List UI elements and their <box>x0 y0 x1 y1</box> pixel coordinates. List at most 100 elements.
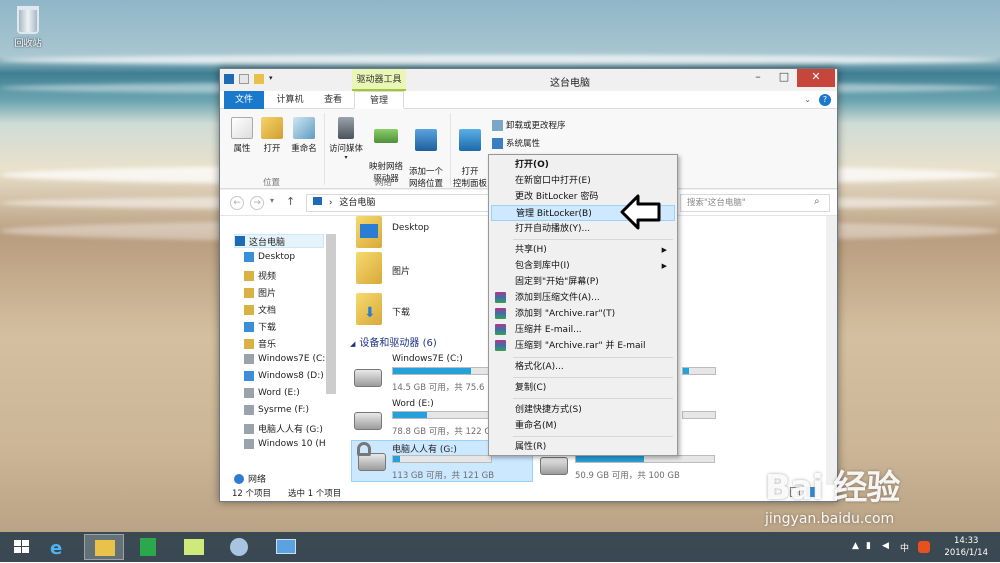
pictures-folder-icon[interactable] <box>356 252 382 284</box>
breadcrumb-this-pc[interactable]: 这台电脑 <box>339 198 375 208</box>
menu-rename[interactable]: 重命名(M) <box>491 418 675 434</box>
folder-label-downloads[interactable]: 下载 <box>392 305 410 318</box>
up-arrow-icon[interactable]: ↑ <box>286 195 295 208</box>
close-button[interactable]: ✕ <box>797 69 835 87</box>
remote-desktop-taskbar[interactable] <box>266 534 306 560</box>
sticky-notes-taskbar[interactable] <box>174 534 214 560</box>
properties-icon[interactable] <box>239 74 249 84</box>
menu-add-archive[interactable]: 添加到压缩文件(A)... <box>491 290 675 306</box>
tab-file[interactable]: 文件 <box>224 91 264 109</box>
title-bar: ▾ 驱动器工具 这台电脑 – □ ✕ <box>220 69 837 91</box>
ime-indicator[interactable]: 中 <box>900 541 909 554</box>
nav-label: Word (E:) <box>258 388 300 398</box>
clock[interactable]: 14:33 2016/1/14 <box>944 535 988 559</box>
menu-open[interactable]: 打开(O) <box>491 157 675 173</box>
internet-explorer-taskbar[interactable]: e <box>40 534 80 560</box>
nav-drive-c[interactable]: Windows7E (C:) <box>244 354 329 364</box>
search-input[interactable]: 搜索"这台电脑" <box>680 194 830 212</box>
nav-downloads[interactable]: 下载 <box>244 320 276 333</box>
uninstall-programs-button[interactable]: 卸载或更改程序 <box>492 119 566 131</box>
nav-network[interactable]: 网络 <box>234 472 266 485</box>
nav-drive-e[interactable]: Word (E:) <box>244 388 300 398</box>
nav-drive-h[interactable]: Windows 10 (H <box>244 439 326 449</box>
paint-taskbar[interactable] <box>218 534 258 560</box>
back-button[interactable]: ← <box>230 196 244 210</box>
menu-add-archive-rar[interactable]: 添加到 "Archive.rar"(T) <box>491 306 675 322</box>
computer-icon[interactable] <box>224 74 234 84</box>
minimize-button[interactable]: – <box>745 69 771 87</box>
drive-icon[interactable] <box>354 369 382 387</box>
properties-button[interactable]: 属性 <box>228 117 256 154</box>
search-icon[interactable]: ⌕ <box>814 196 820 207</box>
system-properties-button[interactable]: 系统属性 <box>492 137 540 149</box>
chevron-down-icon[interactable]: ▾ <box>270 196 274 205</box>
sogou-ime-icon[interactable] <box>918 541 930 553</box>
folder-label-pictures[interactable]: 图片 <box>392 264 410 277</box>
volume-icon[interactable]: ◀ <box>882 541 889 551</box>
open-button[interactable]: 打开 <box>258 117 286 154</box>
desktop-folder-icon[interactable] <box>356 216 382 248</box>
tab-computer[interactable]: 计算机 <box>268 91 312 109</box>
menu-format[interactable]: 格式化(A)... <box>491 359 675 375</box>
file-explorer-taskbar[interactable] <box>84 534 124 560</box>
menu-label: 压缩并 E-mail... <box>515 325 582 335</box>
drive-name-g[interactable]: 电脑人人有 (G:) <box>392 442 457 455</box>
menu-divider <box>513 398 673 399</box>
tab-view[interactable]: 查看 <box>316 91 350 109</box>
menu-label: 压缩到 "Archive.rar" 并 E-mail <box>515 341 646 351</box>
quick-access-toolbar: ▾ <box>224 74 279 84</box>
nav-pictures[interactable]: 图片 <box>244 286 276 299</box>
menu-share[interactable]: 共享(H) ▶ <box>491 242 675 258</box>
nav-this-pc[interactable]: 这台电脑 <box>234 234 324 248</box>
nav-label: 视频 <box>258 272 277 282</box>
drive-name-c[interactable]: Windows7E (C:) <box>392 354 463 364</box>
locked-drive-icon[interactable] <box>357 442 386 471</box>
nav-drive-d[interactable]: Windows8 (D:) <box>244 371 324 381</box>
drive-icon <box>244 405 254 415</box>
drive-icon[interactable] <box>540 457 568 475</box>
recycle-bin[interactable]: 回收站 <box>8 6 48 49</box>
forward-button[interactable]: → <box>250 196 264 210</box>
section-devices-drives[interactable]: ◢ 设备和驱动器 (6) <box>350 334 437 349</box>
nav-drive-f[interactable]: Sysrme (F:) <box>244 405 309 415</box>
chevron-down-icon[interactable]: ▾ <box>269 74 279 84</box>
menu-copy[interactable]: 复制(C) <box>491 380 675 396</box>
usage-fill <box>393 412 428 418</box>
menu-compress-rar-email[interactable]: 压缩到 "Archive.rar" 并 E-mail <box>491 338 675 354</box>
folder-label-desktop[interactable]: Desktop <box>392 223 429 233</box>
menu-open-new-window[interactable]: 在新窗口中打开(E) <box>491 173 675 189</box>
windows-drive-icon <box>244 371 254 381</box>
nav-documents[interactable]: 文档 <box>244 303 276 316</box>
maximize-button[interactable]: □ <box>771 69 797 87</box>
tab-manage[interactable]: 管理 <box>354 91 404 109</box>
menu-properties[interactable]: 属性(R) <box>491 439 675 455</box>
nav-desktop[interactable]: Desktop <box>244 252 295 262</box>
nav-videos[interactable]: 视频 <box>244 269 276 282</box>
menu-create-shortcut[interactable]: 创建快捷方式(S) <box>491 402 675 418</box>
show-hidden-icons-icon[interactable]: ▲ <box>852 541 859 551</box>
folder-icon[interactable] <box>254 74 264 84</box>
access-media-label: 访问媒体 <box>328 144 363 154</box>
recycle-bin-label: 回收站 <box>14 39 42 49</box>
content-scrollbar[interactable] <box>826 216 837 486</box>
drive-icon[interactable] <box>354 412 382 430</box>
menu-compress-email[interactable]: 压缩并 E-mail... <box>491 322 675 338</box>
store-taskbar[interactable] <box>128 534 168 560</box>
menu-include-library[interactable]: 包含到库中(I) ▶ <box>491 258 675 274</box>
help-icon[interactable]: ? <box>819 94 831 106</box>
network-icon[interactable]: ▮ <box>866 541 871 551</box>
access-media-button[interactable]: 访问媒体 ▾ <box>328 117 364 161</box>
downloads-folder-icon[interactable]: ⬇ <box>356 293 382 325</box>
drive-icon <box>244 439 254 449</box>
chevron-down-icon[interactable]: ⌄ <box>804 95 811 104</box>
menu-label: 添加到 "Archive.rar"(T) <box>515 309 616 319</box>
menu-pin-start[interactable]: 固定到"开始"屏幕(P) <box>491 274 675 290</box>
nav-music[interactable]: 音乐 <box>244 337 276 350</box>
nav-drive-g[interactable]: 电脑人人有 (G:) <box>244 422 323 435</box>
rename-button[interactable]: 重命名 <box>288 117 320 154</box>
nav-scrollbar[interactable] <box>326 234 336 394</box>
watermark-logo: Bai 经验 <box>765 468 900 508</box>
drive-name-e[interactable]: Word (E:) <box>392 399 434 409</box>
start-button[interactable] <box>2 534 42 560</box>
window-controls: – □ ✕ <box>745 69 835 87</box>
